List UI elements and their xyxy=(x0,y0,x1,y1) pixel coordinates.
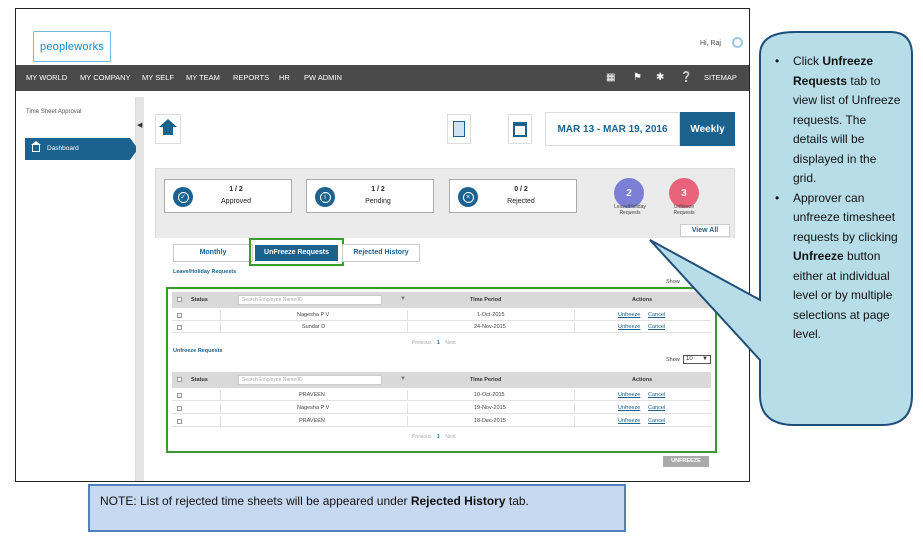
callout-bullet-2: Approver can unfreeze timesheet requests… xyxy=(773,189,903,345)
note-text-a: NOTE: List of rejected time sheets will … xyxy=(100,494,411,508)
callout-text-1a: Click xyxy=(793,54,823,68)
note-text-c: tab. xyxy=(505,494,529,508)
callout-text-2b: Unfreeze xyxy=(793,249,844,263)
note-text-b: Rejected History xyxy=(410,494,506,508)
callout-text-1c: tab to view list of Unfreeze requests. T… xyxy=(793,73,901,186)
callout-text-2a: Approver can unfreeze timesheet requests… xyxy=(793,190,898,244)
callout-text: Click Unfreeze Requests tab to view list… xyxy=(773,52,903,345)
callout-bullet-1: Click Unfreeze Requests tab to view list… xyxy=(773,52,903,189)
note-box: NOTE: List of rejected time sheets will … xyxy=(88,484,626,532)
